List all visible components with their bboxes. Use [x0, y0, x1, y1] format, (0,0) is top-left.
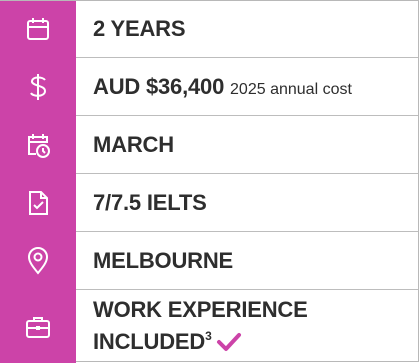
location-pin-icon — [0, 246, 76, 275]
info-row-intake: MARCH — [0, 116, 419, 173]
footnote-marker: 3 — [205, 328, 212, 343]
work-experience-text: WORK EXPERIENCE INCLUDED3 — [76, 296, 308, 358]
info-row-cost: AUD $36,400 2025 annual cost — [0, 58, 419, 115]
cost-value: AUD $36,400 — [93, 73, 225, 99]
calendar-clock-icon — [0, 131, 76, 159]
info-row-ielts: 7/7.5 IELTS — [0, 174, 419, 231]
calendar-icon — [0, 16, 76, 42]
work-experience-line1: WORK EXPERIENCE — [93, 296, 308, 322]
ielts-value: 7/7.5 IELTS — [93, 189, 207, 215]
location-value: MELBOURNE — [93, 247, 233, 273]
cost-text: AUD $36,400 2025 annual cost — [76, 74, 352, 100]
intake-value: MARCH — [93, 131, 174, 157]
checkmark-icon — [216, 331, 242, 358]
briefcase-icon — [0, 314, 76, 340]
course-info-card: 2 YEARS AUD $36,400 2025 annual cost MAR… — [0, 0, 419, 363]
info-row-location: MELBOURNE — [0, 232, 419, 289]
duration-value: 2 YEARS — [93, 16, 186, 41]
dollar-icon — [0, 72, 76, 102]
document-check-icon — [0, 189, 76, 217]
cost-note: 2025 annual cost — [230, 80, 352, 98]
work-experience-line2: INCLUDED3 — [93, 323, 308, 358]
work-experience-included: INCLUDED — [93, 328, 206, 354]
info-row-work-experience: WORK EXPERIENCE INCLUDED3 — [0, 290, 419, 363]
info-row-duration: 2 YEARS — [0, 1, 419, 57]
